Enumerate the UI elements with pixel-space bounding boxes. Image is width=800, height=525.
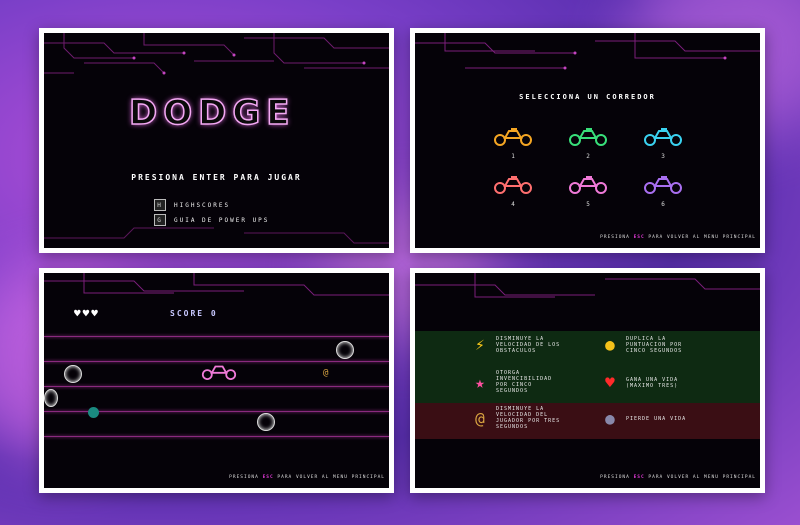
runner-number: 6 [661, 201, 665, 208]
powerup-desc: PIERDE UNA VIDA [626, 415, 687, 422]
circuit-decoration [44, 273, 389, 296]
back-to-menu-hint: PRESIONA ESC PARA VOLVER AL MENU PRINCIP… [600, 475, 756, 480]
hint-post: PARA VOLVER AL MENU PRINCIPAL [648, 475, 756, 480]
back-to-menu-hint: PRESIONA ESC PARA VOLVER AL MENU PRINCIP… [229, 475, 385, 480]
powerup-desc: GANA UNA VIDA (MAXIMO TRES) [626, 376, 679, 389]
negative-band [415, 403, 760, 439]
menu-panel: DODGE PRESIONA ENTER PARA JUGAR H HIGHSC… [39, 28, 394, 253]
hint-post: PARA VOLVER AL MENU PRINCIPAL [277, 475, 385, 480]
obstacle-bubble [64, 365, 82, 383]
game-title: DODGE [128, 92, 296, 134]
coin-icon: ● [605, 335, 615, 354]
player-motorbike-icon [201, 365, 237, 380]
lightning-icon: ⚡ [475, 335, 485, 354]
positive-band [415, 367, 760, 403]
runner-number: 2 [586, 153, 590, 160]
circuit-decoration [415, 273, 760, 298]
g-key-icon: G [154, 214, 166, 226]
h-key-icon: H [154, 199, 166, 211]
press-enter-label: PRESIONA ENTER PARA JUGAR [131, 173, 302, 182]
obstacle-bubble [44, 389, 58, 407]
powerup-guide-option[interactable]: G GUIA DE POWER UPS [154, 214, 269, 226]
score-label: SCORE [170, 309, 205, 318]
runner-option[interactable]: 6 [635, 173, 691, 208]
select-runner-heading: SELECCIONA UN CORREDOR [519, 93, 656, 101]
esc-key-label: ESC [633, 235, 645, 240]
score-display: SCORE 0 [170, 309, 218, 318]
runner-number: 5 [586, 201, 590, 208]
gameplay-panel: ♥♥♥ SCORE 0 @ PRESIONA ESC PARA VOLVER A… [39, 268, 394, 493]
star-icon: ★ [475, 372, 485, 392]
powerup-item: @ DISMINUYE LA VELOCIDAD DEL JUGADOR POR… [470, 406, 566, 430]
powerup-item: ● DUPLICA LA PUNTUACION POR CINCO SEGUND… [600, 335, 696, 354]
motorbike-icon [569, 128, 607, 146]
positive-band [415, 331, 760, 367]
runner-select-screen: SELECCIONA UN CORREDOR 1 2 3 4 5 6 PRESI… [415, 33, 760, 248]
powerup-desc: DISMINUYE LA VELOCIDAD DEL JUGADOR POR T… [496, 406, 561, 430]
powerup-desc: OTORGA INVENCIBILIDAD POR CINCO SEGUNDOS [496, 370, 553, 394]
runner-option[interactable]: 3 [635, 125, 691, 160]
motorbike-icon [494, 176, 532, 194]
lane-line [44, 386, 389, 387]
bomb-icon: ● [605, 409, 615, 428]
powerup-guide-label: GUIA DE POWER UPS [174, 216, 270, 224]
obstacle-bubble [336, 341, 354, 359]
heart-icon: ♥ [605, 373, 615, 392]
highscores-label: HIGHSCORES [174, 201, 231, 209]
motorbike-icon [644, 176, 682, 194]
runner-option[interactable]: 1 [485, 125, 541, 160]
hint-pre: PRESIONA [600, 235, 630, 240]
score-value: 0 [210, 309, 218, 318]
powerup-desc: DISMINUYE LA VELOCIDAD DE LOS OBSTACULOS [496, 335, 561, 354]
gameplay-screen: ♥♥♥ SCORE 0 @ PRESIONA ESC PARA VOLVER A… [44, 273, 389, 488]
lane-line [44, 336, 389, 337]
highscores-option[interactable]: H HIGHSCORES [154, 199, 230, 211]
powerup-guide-panel: ⚡ DISMINUYE LA VELOCIDAD DE LOS OBSTACUL… [410, 268, 765, 493]
hint-pre: PRESIONA [229, 475, 259, 480]
motorbike-icon [494, 128, 532, 146]
menu-screen: DODGE PRESIONA ENTER PARA JUGAR H HIGHSC… [44, 33, 389, 248]
runner-select-panel: SELECCIONA UN CORREDOR 1 2 3 4 5 6 PRESI… [410, 28, 765, 253]
runner-number: 3 [661, 153, 665, 160]
runner-option[interactable]: 4 [485, 173, 541, 208]
hint-pre: PRESIONA [600, 475, 630, 480]
motorbike-icon [569, 176, 607, 194]
runner-option[interactable]: 2 [560, 125, 616, 160]
powerup-item: ★ OTORGA INVENCIBILIDAD POR CINCO SEGUND… [470, 370, 566, 394]
snail-icon: @ [323, 368, 329, 378]
circuit-decoration [44, 33, 389, 75]
lane-line [44, 436, 389, 437]
obstacle-bubble [257, 413, 275, 431]
powerup-desc: DUPLICA LA PUNTUACION POR CINCO SEGUNDOS [626, 335, 683, 354]
runner-number: 1 [511, 153, 515, 160]
snail-icon: @ [475, 408, 485, 428]
powerup-item: ♥ GANA UNA VIDA (MAXIMO TRES) [600, 373, 696, 392]
esc-key-label: ESC [262, 475, 274, 480]
teal-orb-icon [88, 407, 99, 418]
motorbike-icon [644, 128, 682, 146]
circuit-decoration [415, 33, 760, 70]
back-to-menu-hint: PRESIONA ESC PARA VOLVER AL MENU PRINCIP… [600, 235, 756, 240]
hint-post: PARA VOLVER AL MENU PRINCIPAL [648, 235, 756, 240]
powerup-guide-screen: ⚡ DISMINUYE LA VELOCIDAD DE LOS OBSTACUL… [415, 273, 760, 488]
esc-key-label: ESC [633, 475, 645, 480]
runner-number: 4 [511, 201, 515, 208]
powerup-item: ⚡ DISMINUYE LA VELOCIDAD DE LOS OBSTACUL… [470, 335, 566, 354]
lives-hearts: ♥♥♥ [74, 307, 100, 320]
powerup-item: ● PIERDE UNA VIDA [600, 409, 696, 428]
runner-option[interactable]: 5 [560, 173, 616, 208]
